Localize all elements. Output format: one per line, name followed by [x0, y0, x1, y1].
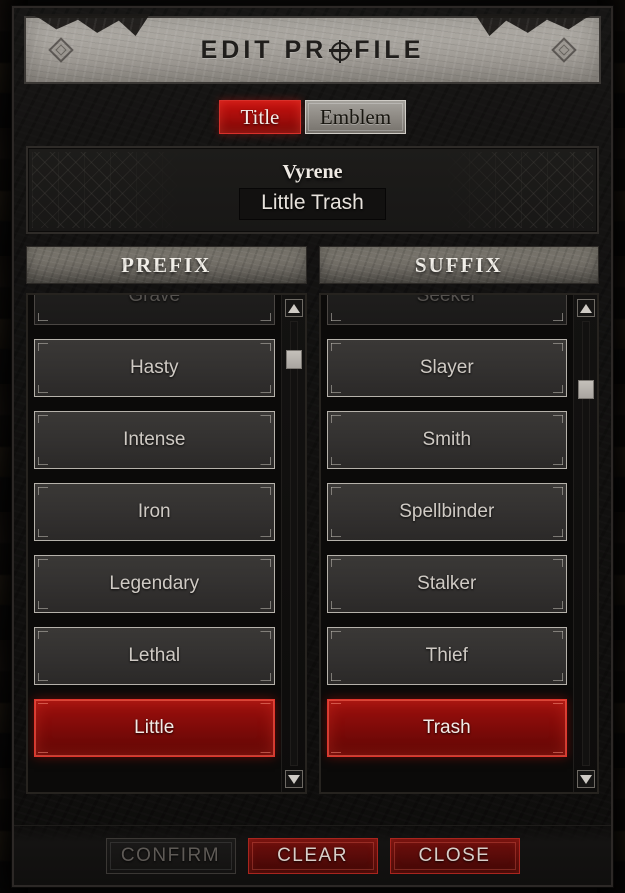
suffix-header: SUFFIX: [318, 246, 599, 284]
prefix-list-viewport[interactable]: Grave Hasty Intense Iron Legendary Letha…: [28, 295, 281, 792]
dialog-titlebar: EDIT PR FILE: [24, 14, 601, 84]
edit-profile-dialog: EDIT PR FILE Title Emblem Vyrene Little …: [12, 6, 613, 887]
list-item[interactable]: Hasty: [34, 339, 275, 397]
scrollbar-track[interactable]: [289, 321, 298, 766]
prefix-list: Grave Hasty Intense Iron Legendary Letha…: [34, 295, 275, 771]
list-item[interactable]: Lethal: [34, 627, 275, 685]
list-item[interactable]: Intense: [34, 411, 275, 469]
prefix-column: PREFIX Grave Hasty Intense Iron Legendar…: [26, 246, 307, 794]
suffix-list-viewport[interactable]: Seeker Slayer Smith Spellbinder Stalker …: [321, 295, 574, 792]
list-item-selected[interactable]: Trash: [326, 699, 567, 757]
list-item[interactable]: Seeker: [326, 295, 567, 325]
character-name: Vyrene: [282, 160, 343, 183]
crossed-circle-icon: [329, 39, 353, 63]
scroll-up-icon[interactable]: [577, 299, 595, 317]
list-item[interactable]: Thief: [326, 627, 567, 685]
ornament-spike-left: [30, 14, 150, 36]
selection-columns: PREFIX Grave Hasty Intense Iron Legendar…: [26, 246, 599, 794]
prefix-list-panel: Grave Hasty Intense Iron Legendary Letha…: [26, 293, 307, 794]
scroll-down-icon[interactable]: [577, 770, 595, 788]
tab-bar: Title Emblem: [14, 94, 611, 140]
dialog-footer: CONFIRM CLEAR CLOSE: [14, 825, 611, 885]
list-item[interactable]: Grave: [34, 295, 275, 325]
close-button[interactable]: CLOSE: [389, 837, 520, 874]
suffix-list: Seeker Slayer Smith Spellbinder Stalker …: [326, 295, 567, 771]
scroll-up-icon[interactable]: [284, 299, 303, 317]
tab-emblem[interactable]: Emblem: [304, 100, 407, 134]
page-title-part-1: EDIT PR: [200, 35, 328, 64]
confirm-button[interactable]: CONFIRM: [105, 837, 236, 874]
suffix-list-panel: Seeker Slayer Smith Spellbinder Stalker …: [318, 293, 599, 794]
composed-title: Little Trash: [239, 187, 386, 220]
clear-button[interactable]: CLEAR: [247, 837, 378, 874]
suffix-column: SUFFIX Seeker Slayer Smith Spellbinder S…: [318, 246, 599, 794]
diamond-ornament-left: [48, 37, 74, 63]
page-title: EDIT PR FILE: [201, 36, 425, 65]
scrollbar-thumb[interactable]: [285, 350, 302, 369]
page-title-part-2: FILE: [354, 35, 425, 64]
list-item[interactable]: Stalker: [326, 555, 567, 613]
filigree-ornament-right: [443, 152, 593, 228]
list-item[interactable]: Legendary: [34, 555, 275, 613]
list-item[interactable]: Slayer: [326, 339, 567, 397]
title-preview-panel: Vyrene Little Trash: [26, 146, 599, 234]
game-screen: EDIT PR FILE Title Emblem Vyrene Little …: [0, 0, 625, 893]
scroll-down-icon[interactable]: [284, 770, 303, 788]
list-item-selected[interactable]: Little: [34, 699, 275, 757]
list-item[interactable]: Spellbinder: [326, 483, 567, 541]
scrollbar-thumb[interactable]: [578, 380, 594, 399]
filigree-ornament-left: [32, 152, 182, 228]
prefix-header: PREFIX: [26, 246, 307, 284]
ornament-spike-right: [475, 14, 595, 36]
suffix-scrollbar[interactable]: [573, 295, 597, 792]
prefix-scrollbar[interactable]: [280, 295, 305, 792]
list-item[interactable]: Iron: [34, 483, 275, 541]
tab-title[interactable]: Title: [218, 100, 301, 134]
diamond-ornament-right: [551, 37, 577, 63]
list-item[interactable]: Smith: [326, 411, 567, 469]
